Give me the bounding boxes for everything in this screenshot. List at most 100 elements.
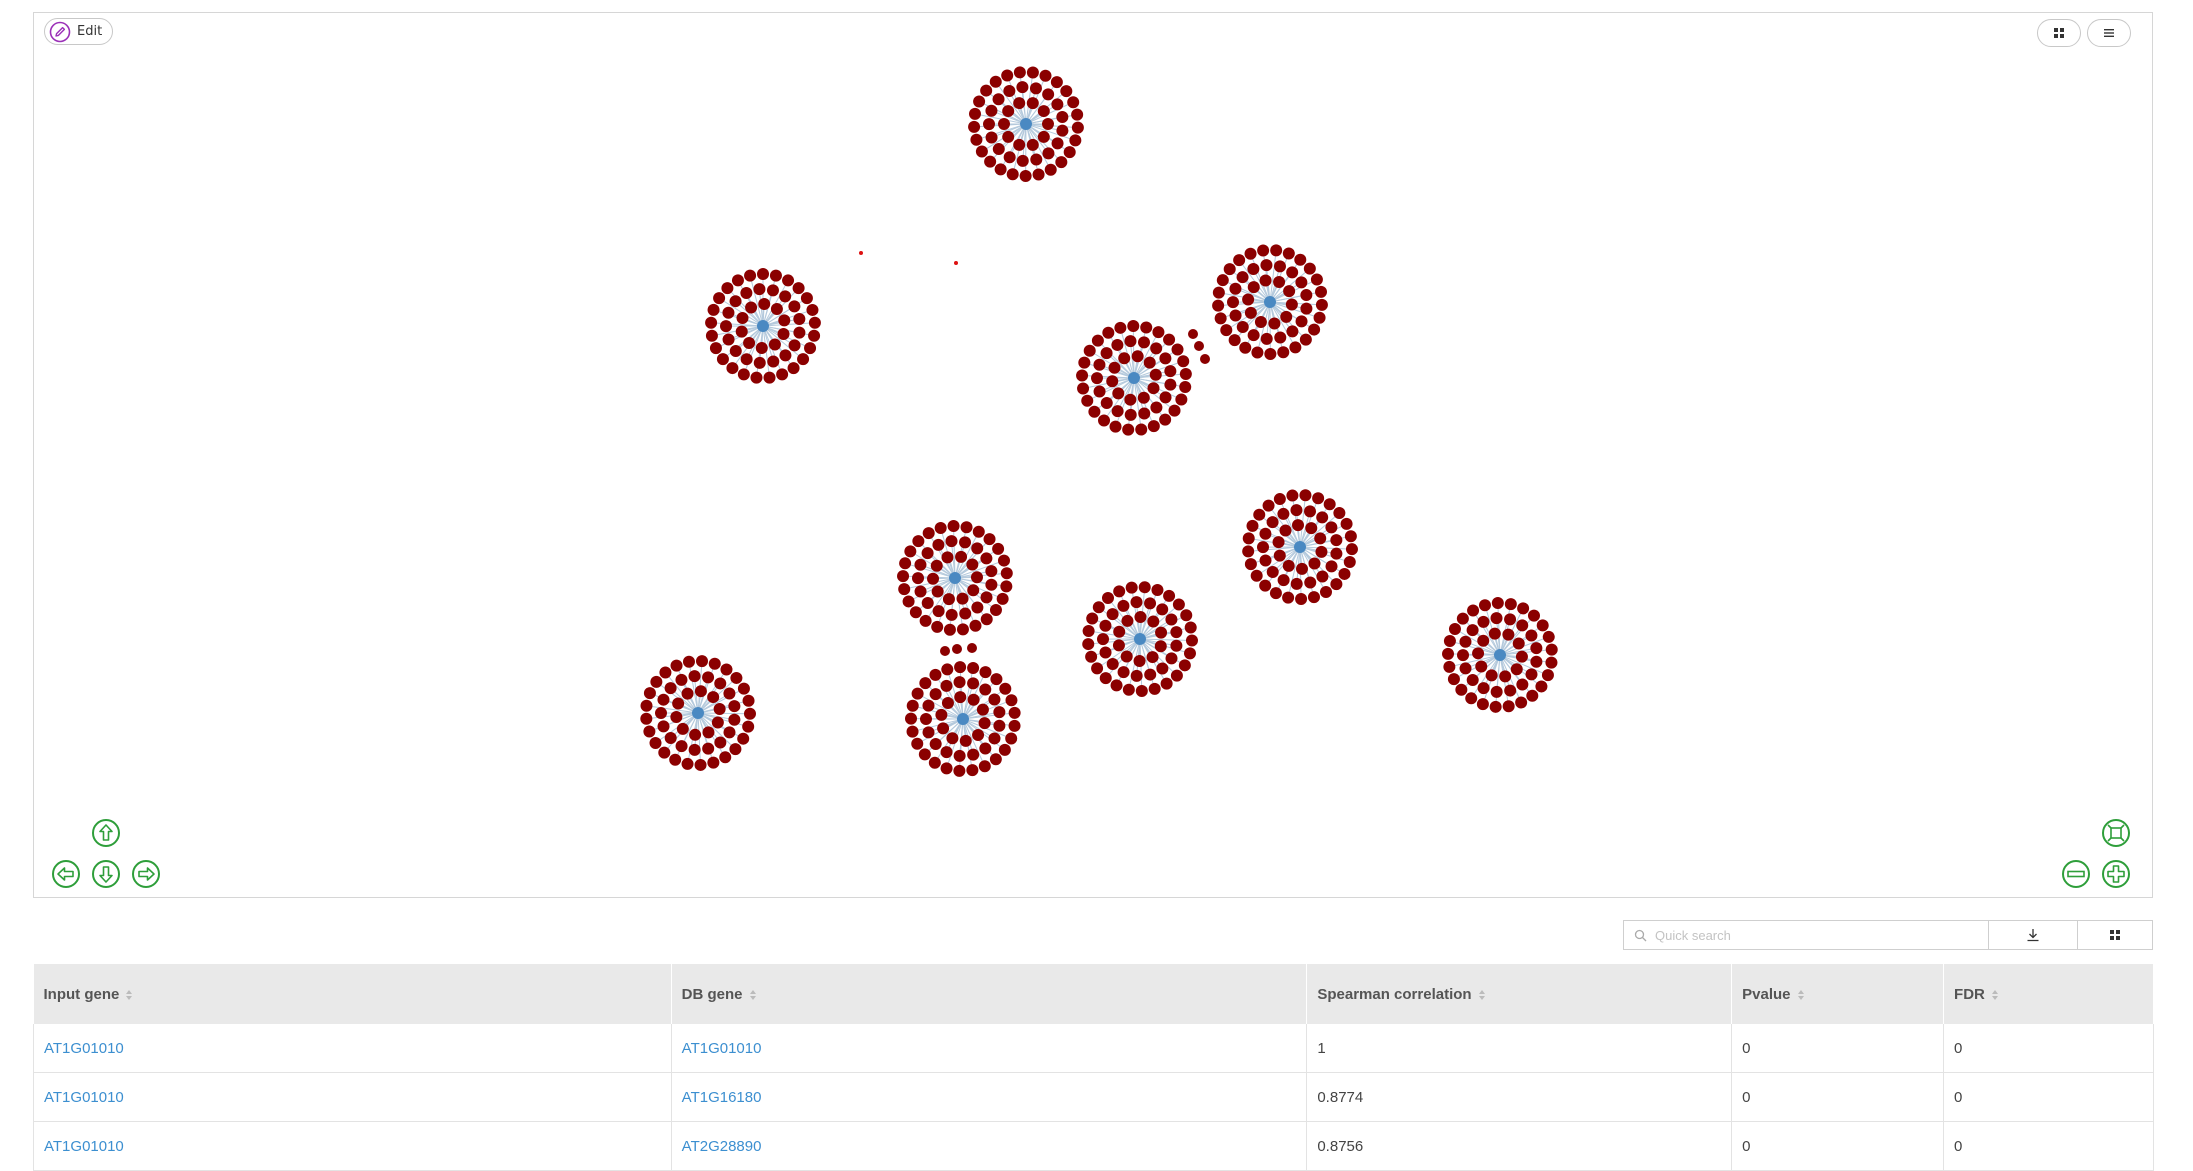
gene-node[interactable] [1459,636,1471,648]
columns-button[interactable] [2078,921,2152,949]
gene-node[interactable] [1486,669,1498,681]
gene-node[interactable] [1092,335,1104,347]
gene-node[interactable] [723,334,735,346]
gene-node[interactable] [1027,66,1039,78]
gene-node[interactable] [910,606,922,618]
gene-node[interactable] [922,597,934,609]
gene-node[interactable] [1027,97,1039,109]
gene-node[interactable] [859,251,863,255]
gene-node[interactable] [793,327,805,339]
gene-node[interactable] [1052,137,1064,149]
gene-node[interactable] [658,720,670,732]
arrow-left-circle-icon[interactable] [51,859,81,889]
gene-node[interactable] [1127,320,1139,332]
gene-node[interactable] [1020,170,1032,182]
gene-node[interactable] [1526,690,1538,702]
gene-node[interactable] [1144,597,1156,609]
gene-node[interactable] [672,697,684,709]
gene-node[interactable] [1257,244,1269,256]
gene-node[interactable] [740,287,752,299]
gene-node[interactable] [808,330,820,342]
gene-node[interactable] [714,677,726,689]
gene-node[interactable] [984,533,996,545]
gene-node[interactable] [1212,300,1224,312]
gene-node[interactable] [1135,423,1147,435]
gene-node[interactable] [979,760,991,772]
gene-node[interactable] [969,108,981,120]
gene-node[interactable] [927,573,939,585]
gene-node[interactable] [1091,662,1103,674]
gene-node[interactable] [988,732,1000,744]
gene-node[interactable] [757,268,769,280]
gene-node[interactable] [985,579,997,591]
gene-node[interactable] [1316,299,1328,311]
gene-node[interactable] [922,547,934,559]
gene-node[interactable] [1478,682,1490,694]
plus-circle-icon[interactable] [2101,859,2131,889]
gene-node[interactable] [967,643,977,653]
gene-node[interactable] [797,353,809,365]
gene-node[interactable] [1149,683,1161,695]
column-header-fdr[interactable]: FDR [1944,964,2154,1024]
gene-node[interactable] [1132,350,1144,362]
gene-node[interactable] [709,658,721,670]
gene-node[interactable] [940,680,952,692]
gene-node[interactable] [1245,248,1257,260]
hub-gene-node[interactable] [1128,372,1140,384]
gene-node[interactable] [1277,346,1289,358]
gene-node[interactable] [1504,613,1516,625]
gene-node[interactable] [1170,626,1182,638]
gene-node[interactable] [707,691,719,703]
gene-node[interactable] [1113,626,1125,638]
gene-node[interactable] [801,292,813,304]
gene-node[interactable] [1457,649,1469,661]
gene-node[interactable] [1260,554,1272,566]
gene-node[interactable] [1121,615,1133,627]
gene-node[interactable] [1286,325,1298,337]
gene-node[interactable] [682,688,694,700]
input-gene-link[interactable]: AT1G01010 [44,1040,124,1057]
gene-node[interactable] [644,687,656,699]
gene-node[interactable] [714,736,726,748]
gene-node[interactable] [993,706,1005,718]
gene-node[interactable] [920,713,932,725]
gene-node[interactable] [1152,326,1164,338]
gene-node[interactable] [954,661,966,673]
gene-node[interactable] [1016,81,1028,93]
gene-node[interactable] [912,535,924,547]
gene-node[interactable] [1111,679,1123,691]
gene-node[interactable] [659,666,671,678]
gene-node[interactable] [1263,500,1275,512]
gene-node[interactable] [714,703,726,715]
menu-button[interactable] [2087,19,2131,47]
gene-cluster[interactable] [1212,244,1328,360]
gene-node[interactable] [1525,629,1537,641]
gene-node[interactable] [1270,244,1282,256]
gene-node[interactable] [976,146,988,158]
gene-node[interactable] [1179,659,1191,671]
gene-node[interactable] [1330,534,1342,546]
gene-node[interactable] [1164,365,1176,377]
gene-node[interactable] [1246,520,1258,532]
gene-node[interactable] [1457,613,1469,625]
gene-node[interactable] [1268,318,1280,330]
gene-node[interactable] [1467,674,1479,686]
gene-node[interactable] [671,660,683,672]
gene-node[interactable] [1475,661,1487,673]
gene-node[interactable] [1155,640,1167,652]
gene-node[interactable] [980,85,992,97]
gene-node[interactable] [1102,592,1114,604]
gene-node[interactable] [1180,368,1192,380]
gene-node[interactable] [971,601,983,613]
gene-node[interactable] [907,700,919,712]
gene-node[interactable] [933,605,945,617]
gene-node[interactable] [1291,578,1303,590]
gene-node[interactable] [1515,697,1527,709]
gene-node[interactable] [1213,287,1225,299]
gene-node[interactable] [1320,586,1332,598]
gene-node[interactable] [931,621,943,633]
gene-node[interactable] [1056,125,1068,137]
gene-node[interactable] [1069,134,1081,146]
gene-node[interactable] [1088,406,1100,418]
gene-node[interactable] [1253,509,1265,521]
